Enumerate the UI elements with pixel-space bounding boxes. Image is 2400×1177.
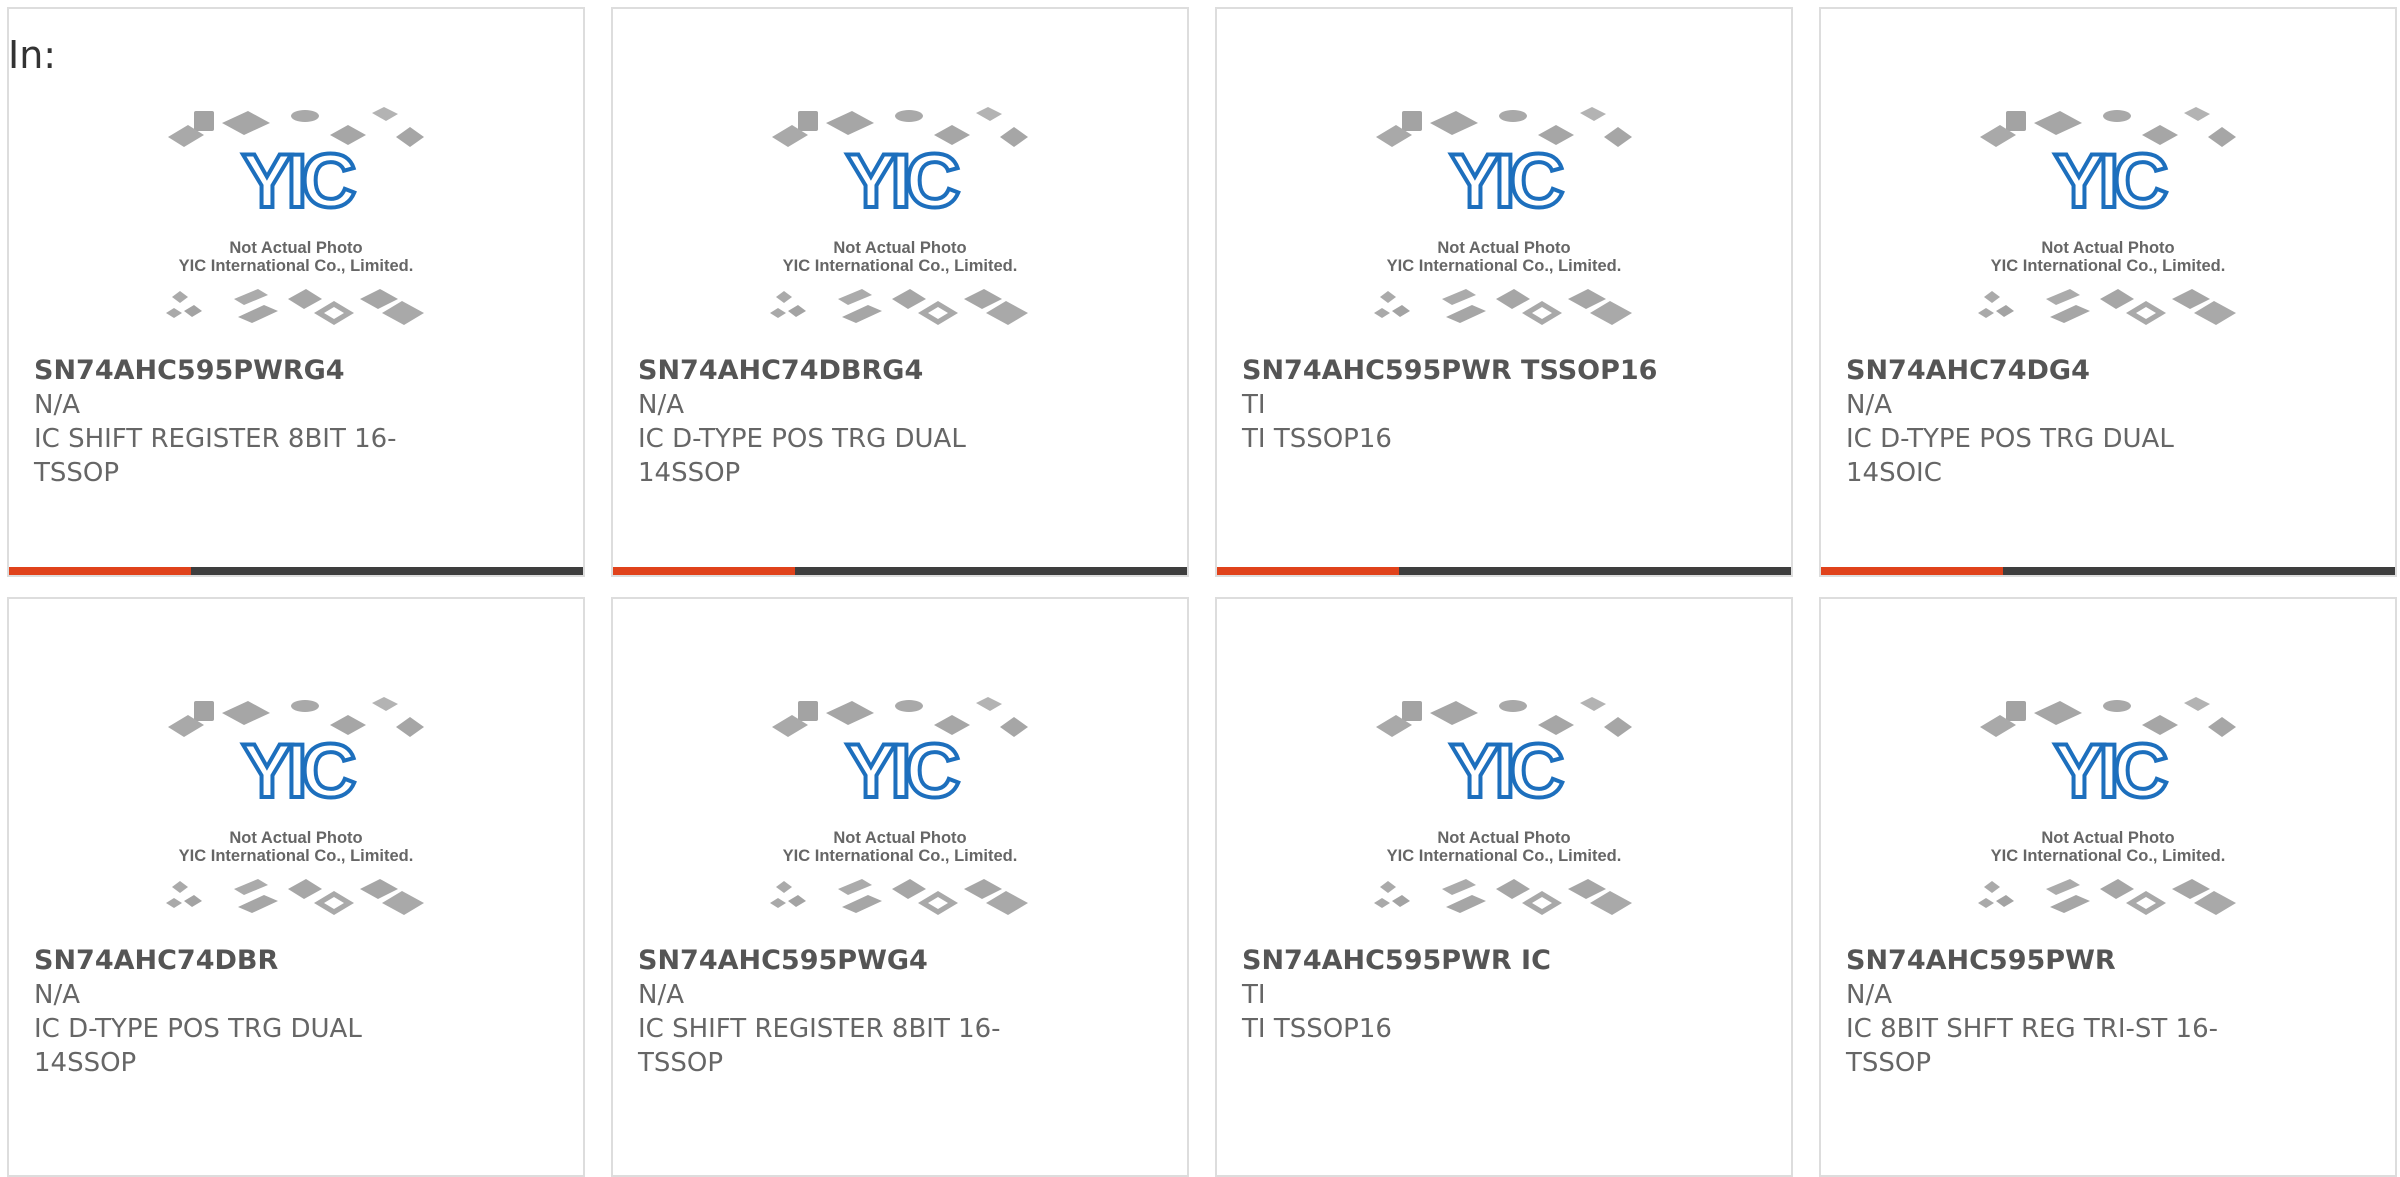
- photo-caption: Not Actual Photo: [229, 239, 363, 257]
- product-card[interactable]: YIC Not Actual Photo YIC International C…: [7, 7, 585, 577]
- placeholder-chip-photo-icon: YIC: [1974, 689, 2242, 929]
- photo-caption: Not Actual Photo: [229, 829, 363, 847]
- svg-text:YIC: YIC: [1450, 729, 1563, 814]
- photo-company: YIC International Co., Limited.: [178, 257, 414, 275]
- svg-text:YIC: YIC: [242, 729, 355, 814]
- product-card[interactable]: YIC Not Actual Photo YIC International C…: [7, 597, 585, 1177]
- placeholder-chip-photo-icon: YIC: [1974, 99, 2242, 339]
- card-bottom-bar: [1217, 567, 1791, 575]
- photo-company: YIC International Co., Limited.: [178, 847, 414, 865]
- placeholder-chip-photo-icon: YIC: [162, 99, 430, 339]
- product-card[interactable]: YIC Not Actual Photo YIC International C…: [1215, 597, 1793, 1177]
- product-card[interactable]: YIC Not Actual Photo YIC International C…: [1819, 597, 2397, 1177]
- product-card[interactable]: YIC Not Actual Photo YIC International C…: [611, 597, 1189, 1177]
- svg-text:YIC: YIC: [2054, 729, 2167, 814]
- placeholder-photo: YIC Not Actual Photo YIC International C…: [1974, 99, 2242, 339]
- part-number-link[interactable]: SN74AHC595PWRG4: [34, 354, 454, 388]
- product-card[interactable]: YIC Not Actual Photo YIC International C…: [611, 7, 1189, 577]
- photo-caption: Not Actual Photo: [2041, 239, 2175, 257]
- placeholder-chip-photo-icon: YIC: [766, 689, 1034, 929]
- photo-company: YIC International Co., Limited.: [1386, 257, 1622, 275]
- manufacturer: N/A: [1846, 390, 1892, 420]
- svg-text:YIC: YIC: [846, 729, 959, 814]
- description: IC D-TYPE POS TRG DUAL 14SSOP: [638, 424, 966, 488]
- part-number-link[interactable]: SN74AHC74DBRG4: [638, 354, 1058, 388]
- part-number-link[interactable]: SN74AHC595PWR: [1846, 944, 2266, 978]
- placeholder-photo: YIC Not Actual Photo YIC International C…: [162, 689, 430, 929]
- in-label: In:: [8, 33, 57, 77]
- part-number-link[interactable]: SN74AHC74DG4: [1846, 354, 2266, 388]
- card-bottom-bar: [613, 567, 1187, 575]
- card-accent-bar: [9, 567, 191, 575]
- manufacturer: TI: [1242, 980, 1266, 1010]
- product-grid: YIC Not Actual Photo YIC International C…: [0, 0, 2400, 1177]
- description: IC D-TYPE POS TRG DUAL 14SSOP: [34, 1014, 362, 1078]
- photo-company: YIC International Co., Limited.: [1386, 847, 1622, 865]
- description: IC 8BIT SHFT REG TRI-ST 16-TSSOP: [1846, 1014, 2218, 1078]
- placeholder-chip-photo-icon: YIC: [766, 99, 1034, 339]
- part-number-link[interactable]: SN74AHC595PWR IC: [1242, 944, 1662, 978]
- manufacturer: N/A: [34, 390, 80, 420]
- photo-caption: Not Actual Photo: [1437, 239, 1571, 257]
- photo-caption: Not Actual Photo: [2041, 829, 2175, 847]
- placeholder-chip-photo-icon: YIC: [1370, 689, 1638, 929]
- svg-text:YIC: YIC: [242, 139, 355, 224]
- placeholder-photo: YIC Not Actual Photo YIC International C…: [1974, 689, 2242, 929]
- description: IC SHIFT REGISTER 8BIT 16-TSSOP: [638, 1014, 1001, 1078]
- manufacturer: N/A: [1846, 980, 1892, 1010]
- photo-company: YIC International Co., Limited.: [1990, 257, 2226, 275]
- card-accent-bar: [1821, 567, 2003, 575]
- manufacturer: TI: [1242, 390, 1266, 420]
- placeholder-chip-photo-icon: YIC: [1370, 99, 1638, 339]
- placeholder-photo: YIC Not Actual Photo YIC International C…: [766, 689, 1034, 929]
- placeholder-photo: YIC Not Actual Photo YIC International C…: [766, 99, 1034, 339]
- description: IC SHIFT REGISTER 8BIT 16-TSSOP: [34, 424, 397, 488]
- placeholder-photo: YIC Not Actual Photo YIC International C…: [1370, 99, 1638, 339]
- manufacturer: N/A: [34, 980, 80, 1010]
- photo-company: YIC International Co., Limited.: [782, 847, 1018, 865]
- svg-text:YIC: YIC: [846, 139, 959, 224]
- photo-caption: Not Actual Photo: [1437, 829, 1571, 847]
- card-bottom-bar: [9, 567, 583, 575]
- manufacturer: N/A: [638, 390, 684, 420]
- photo-caption: Not Actual Photo: [833, 239, 967, 257]
- placeholder-photo: YIC Not Actual Photo YIC International C…: [1370, 689, 1638, 929]
- card-accent-bar: [1217, 567, 1399, 575]
- description: TI TSSOP16: [1242, 424, 1392, 454]
- description: TI TSSOP16: [1242, 1014, 1392, 1044]
- manufacturer: N/A: [638, 980, 684, 1010]
- part-number-link[interactable]: SN74AHC595PWG4: [638, 944, 1058, 978]
- product-card[interactable]: YIC Not Actual Photo YIC International C…: [1819, 7, 2397, 577]
- svg-text:YIC: YIC: [2054, 139, 2167, 224]
- placeholder-chip-photo-icon: YIC: [162, 689, 430, 929]
- part-number-link[interactable]: SN74AHC595PWR TSSOP16: [1242, 354, 1662, 388]
- description: IC D-TYPE POS TRG DUAL 14SOIC: [1846, 424, 2174, 488]
- part-number-link[interactable]: SN74AHC74DBR: [34, 944, 454, 978]
- product-card[interactable]: YIC Not Actual Photo YIC International C…: [1215, 7, 1793, 577]
- card-bottom-bar: [1821, 567, 2395, 575]
- placeholder-photo: YIC Not Actual Photo YIC International C…: [162, 99, 430, 339]
- svg-text:YIC: YIC: [1450, 139, 1563, 224]
- card-accent-bar: [613, 567, 795, 575]
- photo-company: YIC International Co., Limited.: [1990, 847, 2226, 865]
- photo-caption: Not Actual Photo: [833, 829, 967, 847]
- photo-company: YIC International Co., Limited.: [782, 257, 1018, 275]
